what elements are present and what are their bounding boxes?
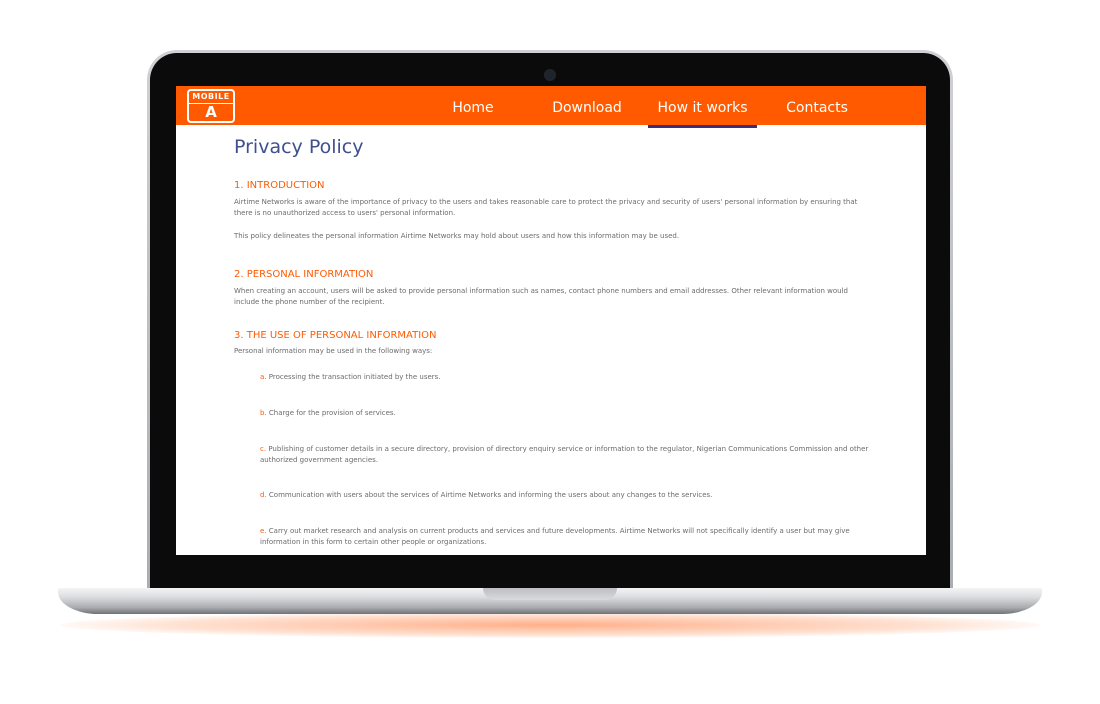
list-item: a. Processing the transaction initiated … <box>234 372 870 383</box>
laptop-screen: MOBILE A Home Download How it works Cont… <box>176 86 926 555</box>
nav-home-link[interactable]: Home <box>433 86 513 125</box>
nav-contacts-link[interactable]: Contacts <box>772 86 862 125</box>
list-item: b. Charge for the provision of services. <box>234 408 870 419</box>
nav-active-indicator <box>648 125 757 128</box>
list-item-text: Carry out market research and analysis o… <box>260 527 850 546</box>
list-item-text: Publishing of customer details in a secu… <box>260 445 869 464</box>
list-item: c. Publishing of customer details in a s… <box>234 444 870 466</box>
nav-download-link[interactable]: Download <box>543 86 631 125</box>
nav-how-it-works-link[interactable]: How it works <box>648 86 757 125</box>
laptop-shadow-glow <box>60 612 1040 638</box>
list-item-text: Processing the transaction initiated by … <box>268 373 441 381</box>
section-paragraph: When creating an account, users will be … <box>234 287 848 306</box>
section-paragraph: Airtime Networks is aware of the importa… <box>234 198 858 217</box>
list-item-letter: e. <box>260 527 267 535</box>
list-item-text: Charge for the provision of services. <box>268 409 396 417</box>
list-item: e. Carry out market research and analysi… <box>234 526 870 548</box>
logo-bottom-text: A <box>205 103 217 121</box>
list-item: d. Communication with users about the se… <box>234 490 870 501</box>
page-title: Privacy Policy <box>234 136 364 158</box>
list-item-letter: d. <box>260 491 267 499</box>
laptop-base <box>58 588 1042 614</box>
webcam-icon <box>546 71 554 79</box>
list-item-letter: a. <box>260 373 267 381</box>
top-navbar: MOBILE A Home Download How it works Cont… <box>176 86 926 125</box>
section-heading-use-of-personal-information: 3. THE USE OF PERSONAL INFORMATION <box>234 330 437 341</box>
list-item-text: Communication with users about the servi… <box>268 491 713 499</box>
list-item-letter: b. <box>260 409 267 417</box>
privacy-policy-content: Privacy Policy 1. INTRODUCTION Airtime N… <box>234 134 870 548</box>
section-paragraph: This policy delineates the personal info… <box>234 232 680 240</box>
section-heading-personal-information: 2. PERSONAL INFORMATION <box>234 269 374 280</box>
section-heading-introduction: 1. INTRODUCTION <box>234 180 325 191</box>
mobile-a-logo[interactable]: MOBILE A <box>187 89 235 123</box>
laptop-opening-notch <box>483 588 617 600</box>
section-paragraph: Personal information may be used in the … <box>234 347 433 355</box>
list-item-letter: c. <box>260 445 267 453</box>
